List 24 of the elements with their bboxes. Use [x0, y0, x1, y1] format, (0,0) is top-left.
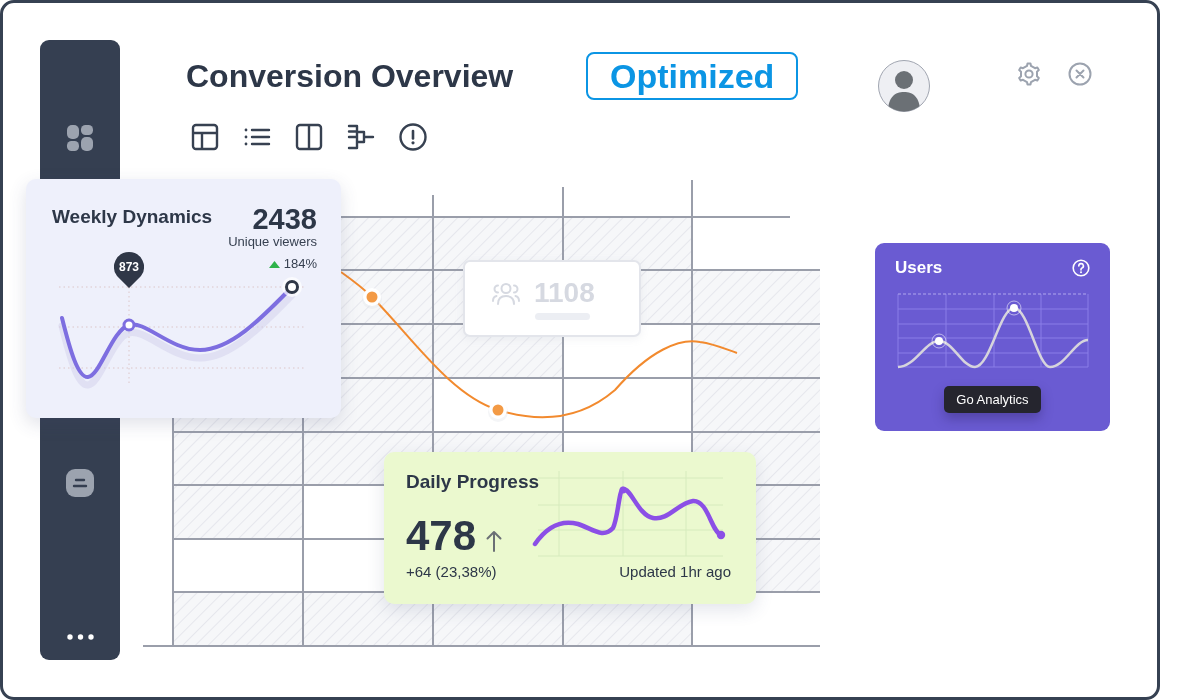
hierarchy-icon[interactable]: [347, 123, 375, 151]
card-title: Daily Progress: [406, 470, 540, 493]
columns-icon[interactable]: [295, 123, 323, 151]
trend-up-icon: [268, 260, 280, 268]
users-icon: [492, 282, 520, 305]
total-label: Unique viewers: [228, 234, 317, 250]
total-value: 2438: [252, 205, 317, 234]
arrow-up-icon: [486, 530, 503, 552]
updated-time: Updated 1hr ago: [619, 563, 731, 581]
go-analytics-button[interactable]: Go Analytics: [944, 386, 1041, 413]
status-badge: Optimized: [586, 52, 799, 100]
alert-icon[interactable]: [399, 123, 427, 151]
help-icon[interactable]: [1072, 259, 1090, 277]
progress-value: 478: [406, 515, 477, 557]
card-title: Users: [895, 258, 943, 278]
more-icon[interactable]: [66, 634, 94, 640]
card-title: Weekly Dynamics: [52, 205, 213, 228]
user-avatar-icon[interactable]: [878, 60, 931, 112]
table-icon[interactable]: [191, 123, 219, 151]
change-amount: +64 (23,38%): [406, 563, 497, 581]
dashboard-icon[interactable]: [66, 124, 94, 152]
text-align-icon[interactable]: [66, 469, 94, 497]
change-percent: 184%: [283, 256, 317, 272]
page-title: Conversion Overview: [186, 57, 515, 96]
